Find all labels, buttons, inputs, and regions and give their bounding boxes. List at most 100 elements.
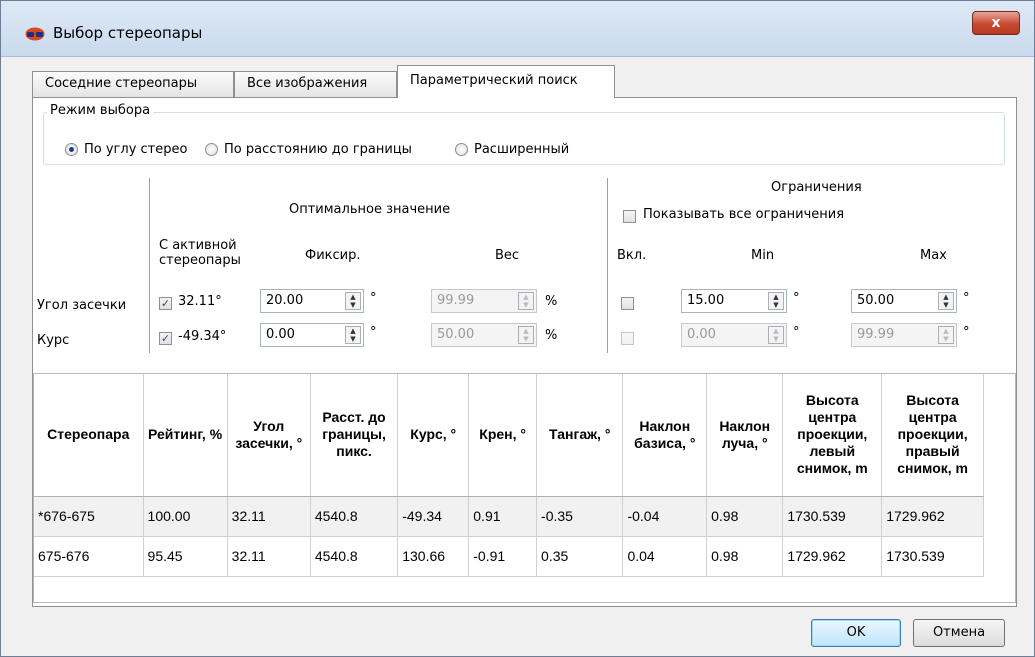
- table-cell: 32.11: [227, 536, 311, 577]
- selection-mode-title: Режим выбора: [47, 103, 154, 118]
- active-angle-value: 32.11°: [178, 294, 222, 309]
- title-bar: Выбор стереопары x: [1, 1, 1034, 57]
- radio-dot: [65, 143, 78, 156]
- stereo-glasses-icon: [25, 27, 45, 41]
- table-cell: 1729.962: [782, 536, 883, 577]
- col-active-header: С активной стереопары: [159, 238, 241, 268]
- spin-arrows-icon[interactable]: ▲ ▼: [518, 292, 534, 310]
- max-angle-spinbox[interactable]: 50.00 ▲ ▼: [851, 289, 957, 313]
- cancel-button[interactable]: Отмена: [913, 619, 1005, 647]
- header-stereopair[interactable]: Стереопара: [34, 374, 144, 497]
- table-cell: 0.98: [706, 496, 784, 537]
- ok-button[interactable]: OK: [811, 619, 901, 647]
- radio-by-stereo-angle[interactable]: По углу стерео: [65, 142, 187, 157]
- results-table-container: Стереопара Рейтинг, % Угол засечки, ° Ра…: [33, 373, 1016, 603]
- radio-by-boundary-distance[interactable]: По расстоянию до границы: [205, 142, 412, 157]
- tab-parametric-search[interactable]: Параметрический поиск: [397, 65, 615, 98]
- show-all-constraints-checkbox[interactable]: [623, 210, 636, 223]
- table-cell: 100.00: [143, 496, 228, 537]
- selection-mode-group: [43, 112, 1005, 165]
- max-angle-unit: °: [963, 291, 970, 306]
- header-boundary-distance[interactable]: Расст. до границы, пикс.: [310, 374, 399, 497]
- col-min-header: Min: [751, 248, 775, 263]
- col-enabled-header: Вкл.: [617, 248, 647, 263]
- enable-angle-constraint-checkbox[interactable]: [621, 297, 634, 310]
- table-header-row: Стереопара Рейтинг, % Угол засечки, ° Ра…: [34, 374, 984, 497]
- table-cell: *676-675: [34, 496, 144, 537]
- tab-neighbor-stereopairs[interactable]: Соседние стереопары: [32, 71, 234, 97]
- divider-left: [149, 178, 150, 353]
- spin-arrows-icon[interactable]: ▲ ▼: [938, 292, 954, 310]
- header-intersection-angle[interactable]: Угол засечки, °: [227, 374, 311, 497]
- min-heading-spinbox[interactable]: 0.00 ▲ ▼: [681, 323, 787, 347]
- active-heading-checkbox[interactable]: ✓: [159, 332, 172, 345]
- show-all-constraints-label: Показывать все ограничения: [643, 207, 845, 222]
- table-row[interactable]: *676-675 100.00 32.11 4540.8 -49.34 0.91…: [34, 496, 984, 537]
- min-angle-spinbox[interactable]: 15.00 ▲ ▼: [681, 289, 787, 313]
- header-pitch[interactable]: Тангаж, °: [536, 374, 624, 497]
- weight-heading-spinbox[interactable]: 50.00 ▲ ▼: [431, 323, 537, 347]
- table-cell: -0.91: [468, 536, 538, 577]
- header-roll[interactable]: Крен, °: [468, 374, 538, 497]
- tab-all-images[interactable]: Все изображения: [234, 71, 397, 97]
- table-cell: 0.98: [706, 536, 784, 577]
- stereopair-dialog: Выбор стереопары x Соседние стереопары В…: [0, 0, 1035, 657]
- weight-heading-unit: %: [545, 328, 558, 343]
- table-cell: 130.66: [397, 536, 470, 577]
- col-fixed-header: Фиксир.: [305, 248, 361, 263]
- table-row[interactable]: 675-676 95.45 32.11 4540.8 130.66 -0.91 …: [34, 536, 984, 577]
- divider-right: [607, 178, 608, 353]
- radio-extended[interactable]: Расширенный: [455, 142, 569, 157]
- table-cell: -0.04: [622, 496, 708, 537]
- table-cell: 4540.8: [310, 536, 399, 577]
- active-angle-checkbox[interactable]: ✓: [159, 297, 172, 310]
- window-title: Выбор стереопары: [53, 24, 203, 42]
- spin-arrows-icon[interactable]: ▲ ▼: [938, 326, 954, 344]
- active-heading-value: -49.34°: [178, 329, 227, 344]
- row-label-intersection-angle: Угол засечки: [37, 298, 127, 313]
- row-label-heading: Курс: [37, 333, 70, 348]
- header-ray-tilt[interactable]: Наклон луча, °: [706, 374, 784, 497]
- fixed-heading-spinbox[interactable]: 0.00 ▲ ▼: [260, 323, 364, 347]
- table-cell: 1730.539: [782, 496, 883, 537]
- table-cell: 32.11: [227, 496, 311, 537]
- weight-angle-unit: %: [545, 294, 558, 309]
- spin-arrows-icon[interactable]: ▲ ▼: [518, 326, 534, 344]
- weight-angle-spinbox[interactable]: 99.99 ▲ ▼: [431, 289, 537, 313]
- col-weight-header: Вес: [495, 248, 520, 263]
- header-left-height[interactable]: Высота центра проекции, левый снимок, m: [782, 374, 883, 497]
- header-base-tilt[interactable]: Наклон базиса, °: [622, 374, 708, 497]
- table-cell: -49.34: [397, 496, 470, 537]
- header-rating[interactable]: Рейтинг, %: [143, 374, 228, 497]
- max-heading-spinbox[interactable]: 99.99 ▲ ▼: [851, 323, 957, 347]
- fixed-angle-spinbox[interactable]: 20.00 ▲ ▼: [260, 289, 364, 313]
- min-angle-unit: °: [793, 291, 800, 306]
- fixed-angle-unit: °: [370, 291, 377, 306]
- table-cell: 675-676: [34, 536, 144, 577]
- min-heading-unit: °: [793, 325, 800, 340]
- table-cell: 1730.539: [881, 536, 984, 577]
- table-cell: -0.35: [536, 496, 624, 537]
- spin-arrows-icon[interactable]: ▲ ▼: [768, 326, 784, 344]
- results-table: Стереопара Рейтинг, % Угол засечки, ° Ра…: [34, 374, 984, 577]
- max-heading-unit: °: [963, 325, 970, 340]
- constraints-header: Ограничения: [771, 180, 862, 195]
- table-cell: 0.91: [468, 496, 538, 537]
- table-cell: 0.04: [622, 536, 708, 577]
- spin-arrows-icon[interactable]: ▲ ▼: [768, 292, 784, 310]
- header-heading[interactable]: Курс, °: [397, 374, 470, 497]
- table-cell: 95.45: [143, 536, 228, 577]
- dialog-content: Соседние стереопары Все изображения Пара…: [20, 57, 1017, 623]
- radio-dot: [455, 143, 468, 156]
- enable-heading-constraint-checkbox[interactable]: [621, 332, 634, 345]
- table-cell: 0.35: [536, 536, 624, 577]
- header-right-height[interactable]: Высота центра проекции, правый снимок, m: [881, 374, 984, 497]
- spin-arrows-icon[interactable]: ▲ ▼: [345, 292, 361, 310]
- table-cell: 4540.8: [310, 496, 399, 537]
- optimal-value-header: Оптимальное значение: [289, 202, 451, 217]
- fixed-heading-unit: °: [370, 325, 377, 340]
- spin-arrows-icon[interactable]: ▲ ▼: [345, 326, 361, 344]
- radio-dot: [205, 143, 218, 156]
- close-button[interactable]: x: [972, 11, 1020, 35]
- parametric-search-panel: Режим выбора По углу стерео По расстояни…: [32, 97, 1017, 607]
